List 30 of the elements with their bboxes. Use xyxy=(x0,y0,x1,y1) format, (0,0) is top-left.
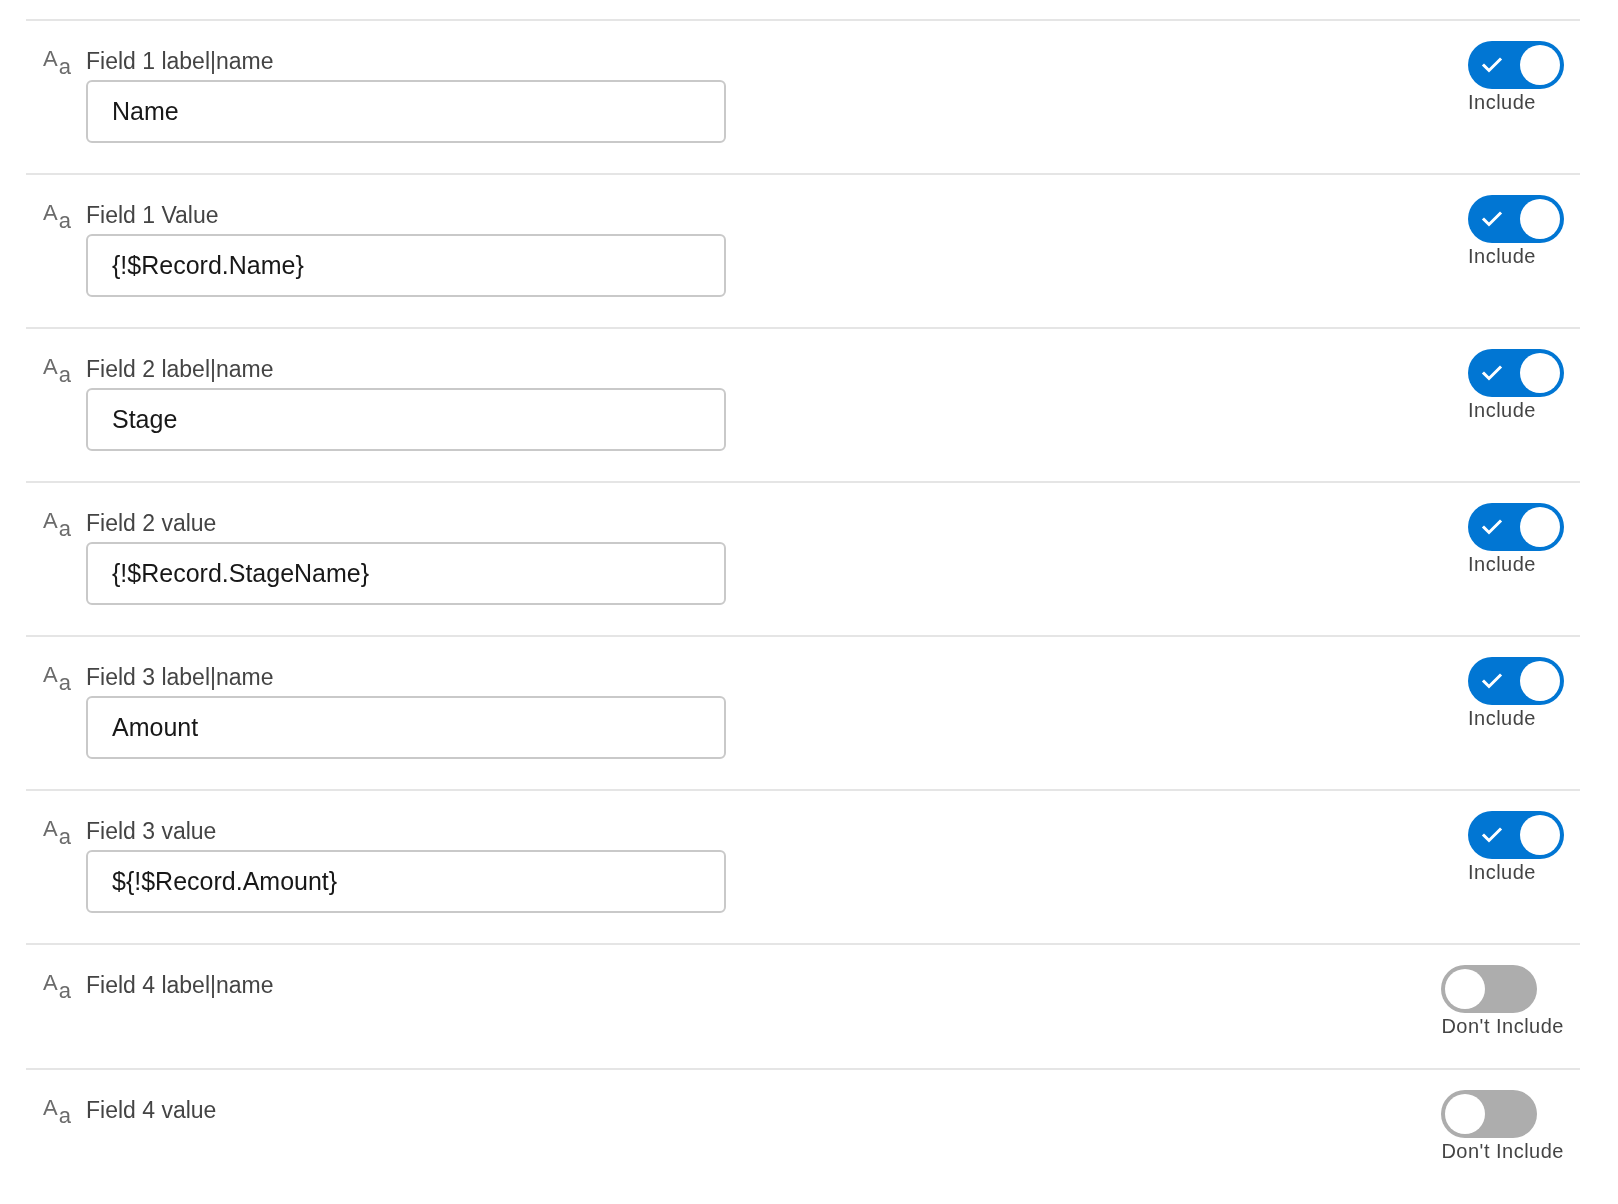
toggle-label: Don't Include xyxy=(1441,1140,1564,1163)
toggle-label: Include xyxy=(1468,91,1536,114)
toggle-switch[interactable] xyxy=(1468,503,1564,551)
field-label: Field 4 value xyxy=(86,1096,217,1124)
toggle-switch[interactable] xyxy=(1468,195,1564,243)
field-label: Field 2 value xyxy=(86,509,217,537)
toggle-label: Include xyxy=(1468,861,1536,884)
toggle-switch[interactable] xyxy=(1468,41,1564,89)
input-field[interactable]: Amount xyxy=(86,696,726,759)
field-label: Field 1 label|name xyxy=(86,47,274,75)
toggle-label: Include xyxy=(1468,553,1536,576)
toggle-switch[interactable] xyxy=(1441,965,1538,1013)
field-label: Field 3 value xyxy=(86,817,217,845)
field-label: Field 1 Value xyxy=(86,201,219,229)
toggle-switch[interactable] xyxy=(1468,811,1564,859)
field-label: Field 3 label|name xyxy=(86,663,274,691)
input-field[interactable]: Stage xyxy=(86,388,726,451)
toggle-label: Include xyxy=(1468,707,1536,730)
input-field[interactable]: {!$Record.Name} xyxy=(86,234,726,297)
input-field[interactable]: Name xyxy=(86,80,726,143)
toggle-label: Include xyxy=(1468,245,1536,268)
toggle-label: Include xyxy=(1468,399,1536,422)
field-label: Field 2 label|name xyxy=(86,355,274,383)
toggle-switch[interactable] xyxy=(1441,1090,1538,1138)
input-field[interactable]: ${!$Record.Amount} xyxy=(86,850,726,913)
toggle-label: Don't Include xyxy=(1441,1015,1564,1038)
toggle-switch[interactable] xyxy=(1468,657,1564,705)
field-label: Field 4 label|name xyxy=(86,971,274,999)
toggle-switch[interactable] xyxy=(1468,349,1564,397)
input-field[interactable]: {!$Record.StageName} xyxy=(86,542,726,605)
